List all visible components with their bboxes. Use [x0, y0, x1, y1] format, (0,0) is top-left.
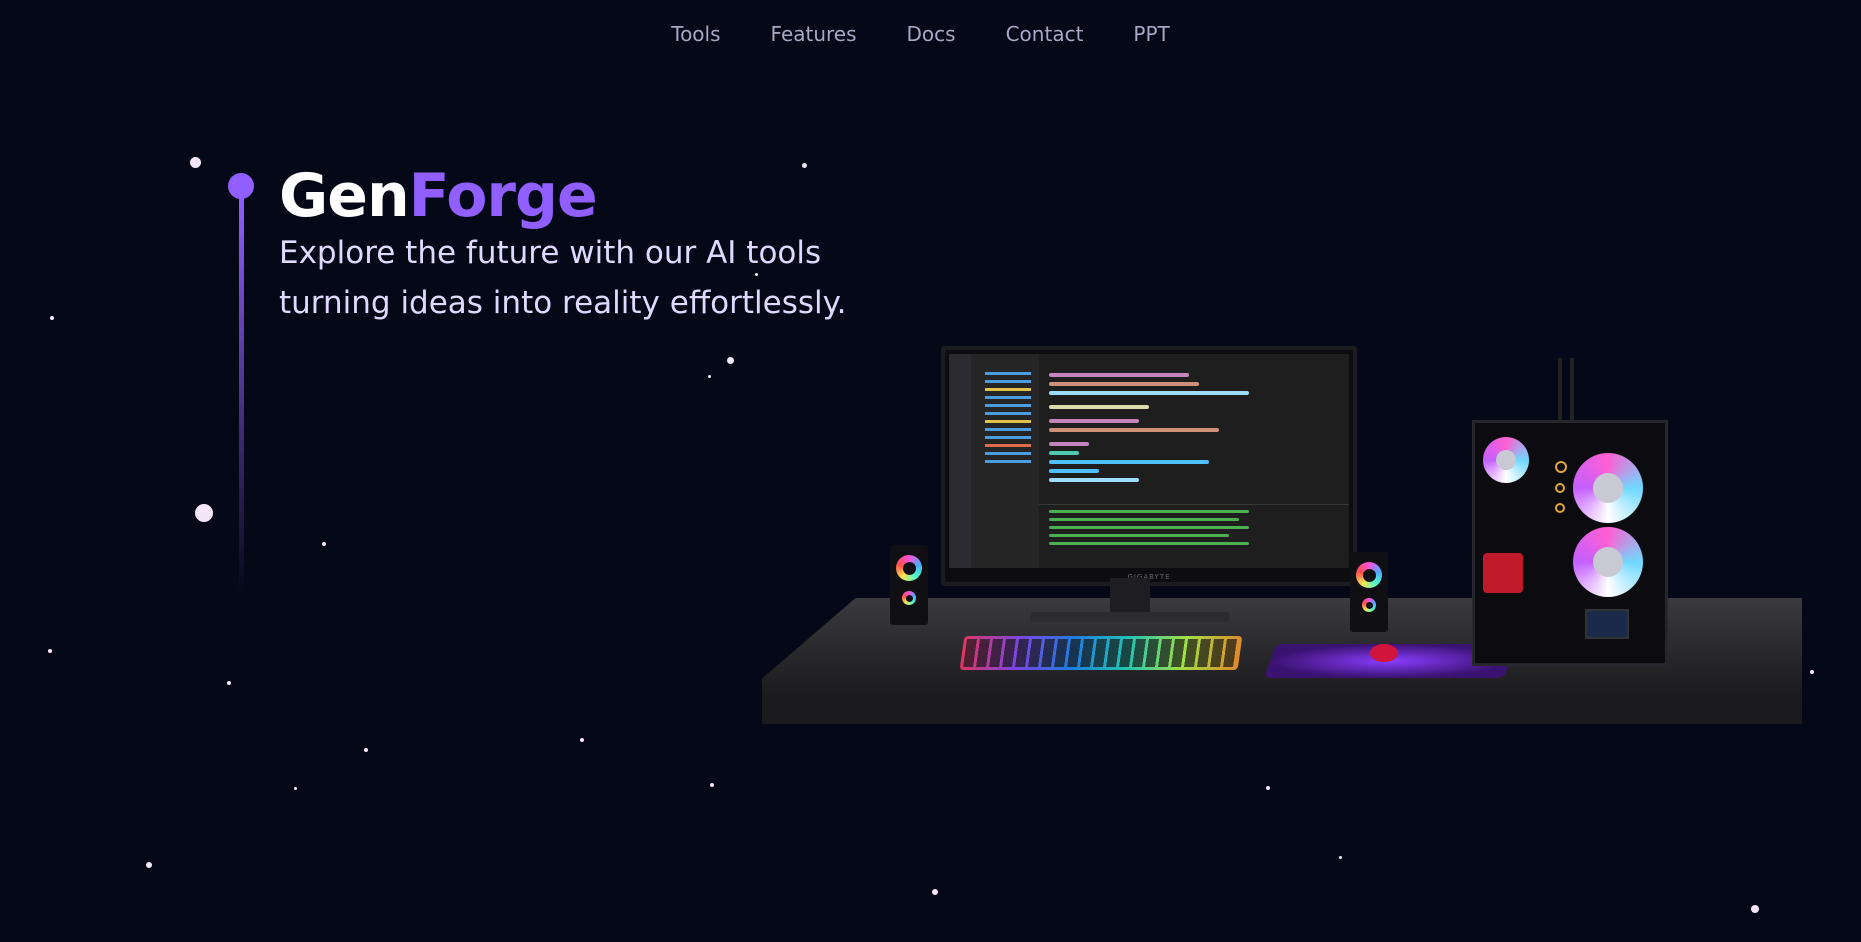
star: [322, 542, 326, 546]
nav-item-ppt[interactable]: PPT: [1133, 22, 1169, 46]
star: [1266, 786, 1270, 790]
editor-terminal: [1039, 504, 1349, 568]
editor-file-tree: [971, 354, 1039, 568]
star: [50, 316, 54, 320]
rgb-keyboard: [959, 636, 1243, 670]
star: [708, 375, 711, 378]
case-fan: [1573, 527, 1643, 597]
monitor-base: [1030, 612, 1230, 622]
star: [1339, 856, 1342, 859]
star: [48, 649, 52, 653]
star: [146, 862, 152, 868]
desk-edge: [762, 700, 1802, 724]
mouse: [1370, 644, 1398, 662]
editor-code: [1039, 368, 1349, 508]
monitor-stand: [1110, 578, 1150, 614]
star: [1751, 905, 1759, 913]
case-fan: [1483, 437, 1529, 483]
nav-item-contact[interactable]: Contact: [1006, 22, 1084, 46]
monitor: GIGABYTE: [941, 346, 1357, 586]
hero-subtitle-line1: Explore the future with our AI tools: [279, 235, 822, 271]
star: [727, 357, 734, 364]
right-speaker: [1350, 552, 1388, 632]
timeline-line: [239, 196, 244, 596]
star: [580, 738, 584, 742]
hero-subtitle: Explore the future with our AI tools tur…: [279, 228, 899, 328]
star: [227, 681, 231, 685]
antenna: [1570, 358, 1574, 420]
antenna: [1558, 358, 1562, 420]
case-fan: [1573, 453, 1643, 523]
brand-title-part1: Gen: [279, 161, 410, 231]
left-speaker: [890, 545, 928, 625]
star: [364, 748, 368, 752]
hero-subtitle-line2: turning ideas into reality effortlessly.: [279, 285, 847, 321]
pc-tower: [1472, 420, 1668, 666]
star: [190, 157, 201, 168]
star: [932, 889, 938, 895]
nav-item-tools[interactable]: Tools: [671, 22, 720, 46]
top-nav: Tools Features Docs Contact PPT: [0, 22, 1861, 46]
nav-item-docs[interactable]: Docs: [907, 22, 956, 46]
brand-title-part2: Forge: [408, 161, 598, 231]
editor-activity-bar: [949, 354, 971, 568]
nav-item-features[interactable]: Features: [771, 22, 857, 46]
star: [195, 504, 213, 522]
monitor-screen: [949, 354, 1349, 568]
brand-title: GenForge: [279, 160, 598, 232]
star: [294, 787, 297, 790]
star: [710, 783, 714, 787]
star: [1810, 670, 1814, 674]
star: [802, 163, 807, 168]
